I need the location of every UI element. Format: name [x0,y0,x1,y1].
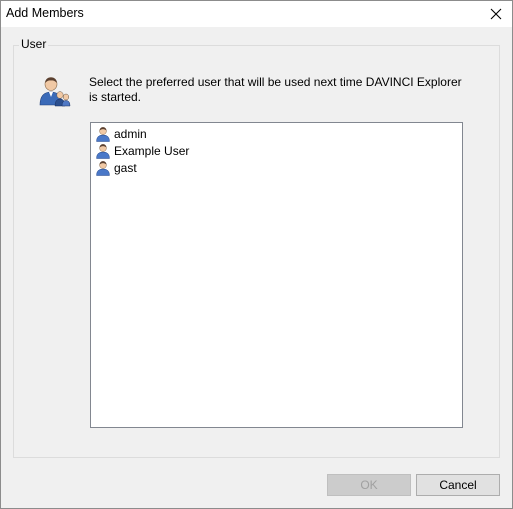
user-icon [96,143,110,159]
users-icon [39,77,71,107]
list-item[interactable]: Example User [96,142,189,159]
cancel-button[interactable]: Cancel [416,474,500,496]
user-icon [96,160,110,176]
list-item[interactable]: admin [96,125,147,142]
title-bar: Add Members [1,1,512,27]
add-members-dialog: Add Members User Select the preferred us… [0,0,513,509]
ok-button[interactable]: OK [327,474,411,496]
close-button[interactable] [480,1,512,27]
dialog-title: Add Members [6,6,84,20]
user-listbox[interactable]: admin Example User gast [90,122,463,428]
user-name: admin [114,126,147,141]
user-name: Example User [114,143,190,158]
user-icon [96,126,110,142]
user-name: gast [114,160,137,175]
group-legend: User [19,37,49,51]
close-icon [490,8,502,20]
list-item[interactable]: gast [96,159,137,176]
instruction-text: Select the preferred user that will be u… [89,75,462,104]
